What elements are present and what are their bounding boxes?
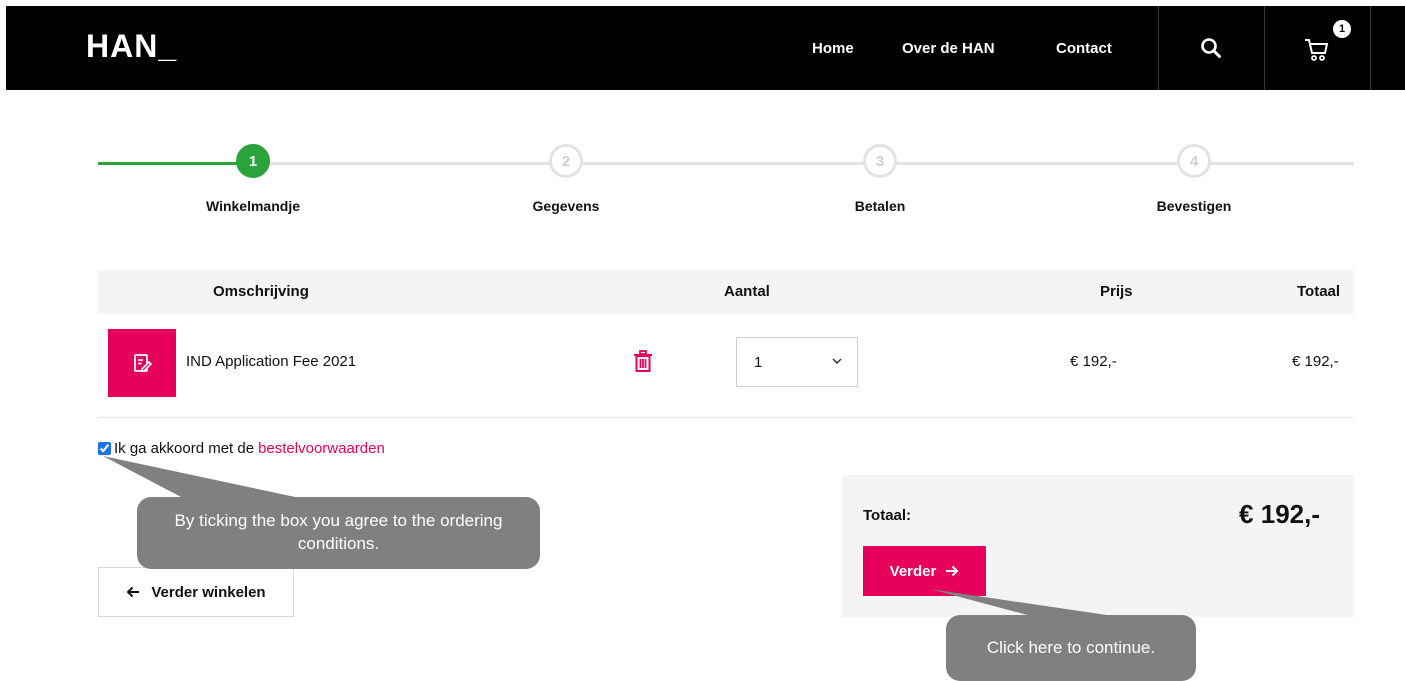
order-summary: Totaal: € 192,- Verder	[842, 475, 1354, 617]
step-2-label: Gegevens	[532, 198, 600, 214]
continue-shopping-button[interactable]: Verder winkelen	[98, 567, 294, 617]
step-1-label: Winkelmandje	[205, 198, 301, 214]
column-description: Omschrijving	[213, 283, 309, 300]
agreement-text: Ik ga akkoord met de	[114, 440, 255, 457]
chevron-down-icon	[832, 358, 842, 365]
cart-button[interactable]	[1264, 6, 1370, 90]
terms-link[interactable]: bestelvoorwaarden	[258, 440, 385, 457]
cart-icon	[1305, 39, 1329, 61]
search-icon	[1201, 38, 1221, 58]
han-logo[interactable]: HAN_	[86, 28, 177, 65]
search-button[interactable]	[1158, 6, 1264, 90]
cart-count-badge: 1	[1333, 20, 1351, 38]
progress-track-completed	[98, 162, 256, 165]
agreement-row: Ik ga akkoord met de bestelvoorwaarden	[98, 440, 385, 457]
column-quantity: Aantal	[724, 283, 770, 300]
step-4-circle: 4	[1177, 144, 1211, 178]
nav-home[interactable]: Home	[812, 40, 854, 57]
remove-item-button[interactable]	[633, 350, 653, 377]
item-price: € 192,-	[1070, 353, 1117, 370]
quantity-select[interactable]: 1	[736, 337, 858, 387]
continue-shopping-label: Verder winkelen	[151, 583, 266, 601]
item-total: € 192,-	[1292, 353, 1339, 370]
edit-document-icon	[134, 354, 152, 372]
step-3-circle: 3	[863, 144, 897, 178]
step-4-label: Bevestigen	[1156, 198, 1232, 214]
column-total: Totaal	[1297, 283, 1341, 300]
trash-icon	[634, 350, 652, 372]
header-divider	[1370, 6, 1371, 90]
step-1-circle: 1	[236, 144, 270, 178]
step-2-circle: 2	[549, 144, 583, 178]
nav-contact[interactable]: Contact	[1056, 40, 1112, 57]
continue-button[interactable]: Verder	[863, 546, 986, 596]
summary-total-amount: € 192,-	[1239, 499, 1320, 529]
top-header: HAN_ Home Over de HAN Contact 1	[6, 6, 1405, 90]
nav-over-de-han[interactable]: Over de HAN	[902, 40, 995, 57]
quantity-value: 1	[754, 353, 763, 371]
product-thumbnail	[108, 329, 176, 397]
summary-total-label: Totaal:	[863, 507, 912, 524]
column-price: Prijs	[1100, 283, 1133, 300]
arrow-left-icon	[126, 586, 140, 598]
row-divider	[98, 417, 1354, 418]
cart-table-header: Omschrijving Aantal Prijs Totaal	[98, 270, 1354, 314]
step-3-label: Betalen	[854, 198, 906, 214]
agree-callout: By ticking the box you agree to the orde…	[137, 497, 540, 569]
agree-checkbox[interactable]	[98, 442, 111, 455]
continue-callout: Click here to continue.	[946, 615, 1196, 681]
product-name: IND Application Fee 2021	[186, 353, 357, 370]
continue-label: Verder	[889, 562, 937, 580]
progress-track	[98, 162, 1354, 165]
arrow-right-icon	[946, 565, 959, 577]
